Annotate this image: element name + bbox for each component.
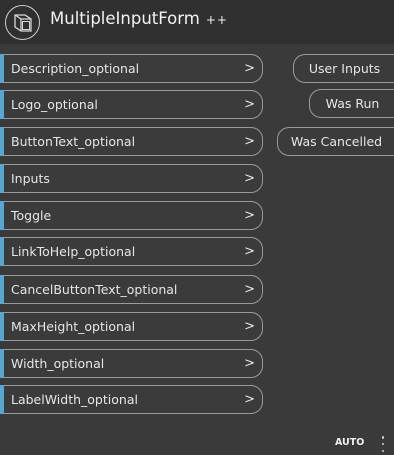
chevron-right-icon: > — [244, 97, 255, 112]
input-port-label: Width_optional — [11, 356, 105, 371]
input-port-label: Toggle — [11, 208, 52, 223]
node-header[interactable]: MultipleInputForm ++ — [0, 0, 394, 44]
input-port-label: LabelWidth_optional — [11, 392, 138, 407]
custom-node-icon — [5, 5, 40, 40]
port-accent-bar — [0, 164, 4, 193]
input-port-labelwidth-optional[interactable]: LabelWidth_optional > — [0, 385, 263, 414]
input-port-inputs[interactable]: Inputs > — [0, 164, 263, 193]
input-port-label: LinkToHelp_optional — [11, 244, 136, 259]
port-accent-bar — [0, 237, 4, 266]
output-port-user-inputs[interactable]: User Inputs — [293, 54, 394, 83]
input-port-cancelbuttontext-optional[interactable]: CancelButtonText_optional > — [0, 275, 263, 304]
port-accent-bar — [0, 312, 4, 341]
chevron-right-icon: > — [244, 208, 255, 223]
input-port-label: Logo_optional — [11, 97, 98, 112]
output-port-label: Was Cancelled — [290, 134, 383, 149]
port-accent-bar — [0, 385, 4, 414]
output-port-label: Was Run — [325, 96, 380, 111]
chevron-right-icon: > — [244, 392, 255, 407]
chevron-right-icon: > — [244, 319, 255, 334]
chevron-right-icon: > — [244, 282, 255, 297]
input-port-logo-optional[interactable]: Logo_optional > — [0, 90, 263, 119]
chevron-right-icon: > — [244, 171, 255, 186]
input-port-label: CancelButtonText_optional — [11, 282, 178, 297]
node-title: MultipleInputForm ++ — [50, 9, 228, 28]
input-port-buttontext-optional[interactable]: ButtonText_optional > — [0, 127, 263, 156]
chevron-right-icon: > — [244, 356, 255, 371]
menu-dot — [381, 442, 385, 446]
output-port-label: User Inputs — [308, 61, 381, 76]
input-port-width-optional[interactable]: Width_optional > — [0, 349, 263, 378]
chevron-right-icon: > — [244, 134, 255, 149]
cube-icon — [13, 13, 32, 32]
lacing-indicator: AUTO — [335, 437, 365, 448]
menu-dot — [381, 436, 385, 439]
input-port-label: ButtonText_optional — [11, 134, 136, 149]
port-accent-bar — [0, 349, 4, 378]
node-title-suffix: ++ — [205, 13, 228, 27]
port-accent-bar — [0, 54, 4, 83]
menu-dot — [381, 449, 385, 452]
node-title-text: MultipleInputForm — [50, 9, 200, 28]
port-accent-bar — [0, 275, 4, 304]
input-port-toggle[interactable]: Toggle > — [0, 201, 263, 230]
input-port-label: Inputs — [11, 171, 50, 186]
chevron-right-icon: > — [244, 244, 255, 259]
port-accent-bar — [0, 127, 4, 156]
input-port-description-optional[interactable]: Description_optional > — [0, 54, 263, 83]
input-port-label: MaxHeight_optional — [11, 319, 136, 334]
input-port-linktohelp-optional[interactable]: LinkToHelp_optional > — [0, 237, 263, 266]
chevron-right-icon: > — [244, 61, 255, 76]
input-port-label: Description_optional — [11, 61, 140, 76]
input-port-maxheight-optional[interactable]: MaxHeight_optional > — [0, 312, 263, 341]
output-port-was-run[interactable]: Was Run — [309, 89, 394, 118]
vertical-ellipsis-icon[interactable] — [380, 436, 386, 452]
port-accent-bar — [0, 201, 4, 230]
port-accent-bar — [0, 90, 4, 119]
output-port-was-cancelled[interactable]: Was Cancelled — [277, 127, 394, 156]
